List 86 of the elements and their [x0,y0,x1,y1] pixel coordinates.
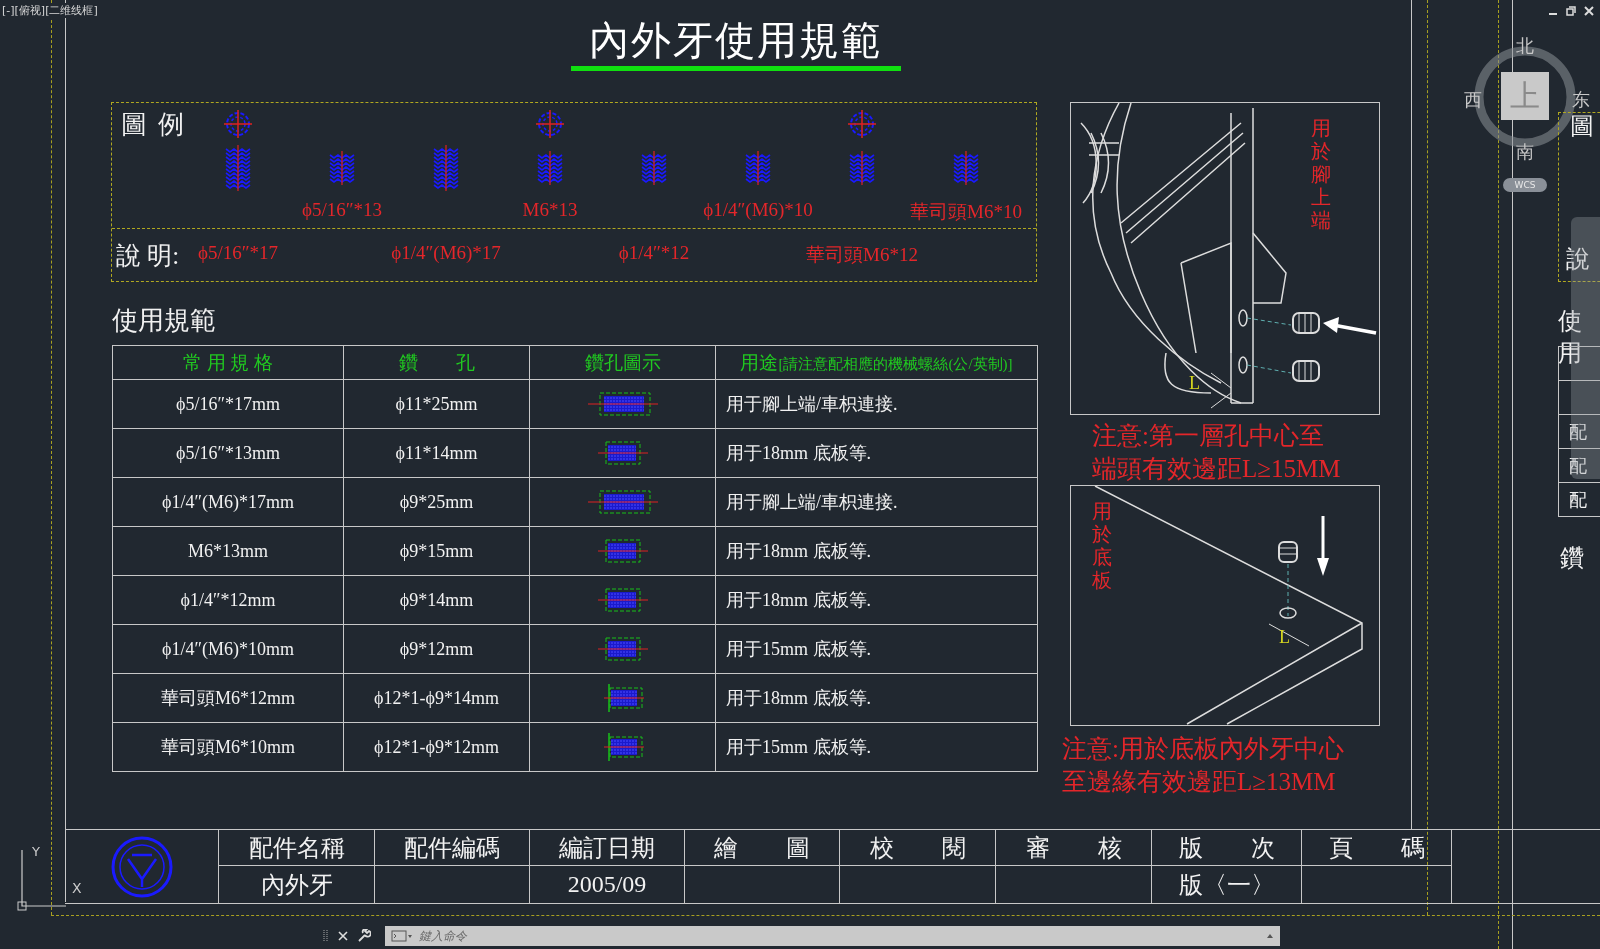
column-header: 用途[請注意配相應的機械螺絲(公/英制)] [715,345,1038,380]
table-cell: ϕ1/4″*12mm [112,575,344,625]
title-block-header: 配件編碼 [375,830,529,866]
table-cell: ϕ1/4″(M6)*10mm [112,624,344,674]
dimension-label: L [1189,373,1200,394]
section-title: 鑽 [1560,544,1584,573]
table-cell: M6*13mm [112,526,344,576]
restore-icon[interactable] [1566,6,1576,16]
explanation-caption: ϕ5/16″*17 [197,242,279,265]
note-text: 至邊緣有效邊距L≥13MM [1062,767,1337,797]
drawing-title: 內外牙使用規範 [589,18,883,64]
compass-label[interactable]: 南 [1516,140,1534,164]
dimension-label: L [1279,627,1290,648]
legend-label: 圖 例 [121,109,186,141]
table-cell: 用于18mm 底板等. [715,575,1038,625]
explanation-caption: ϕ1/4″*12 [618,242,690,265]
close-icon[interactable] [1584,6,1594,16]
column-header: 鑽 孔 [343,345,530,380]
table-cell: 用于18mm 底板等. [715,428,1038,478]
table-cell: 用于腳上端/車枳連接. [715,477,1038,527]
grip-icon [323,928,329,944]
figure-caption: 用於腳上端 [1311,117,1331,232]
column-header: 鑽孔圖示 [529,345,716,380]
compass-label[interactable]: 北 [1516,34,1534,58]
table-cell-text: 配 [1569,488,1587,512]
title-block-header: 版 次 [1152,830,1301,866]
table-cell: ϕ1/4″(M6)*17mm [112,477,344,527]
column-header: 常 用 規 格 [112,345,344,380]
screw-top-view-icon [223,109,253,139]
title-block-header: 審 核 [996,830,1151,866]
legend-caption: 華司頭M6*10 [910,200,1022,224]
explanation-caption: ϕ1/4″(M6)*17 [391,242,501,265]
table-cell: ϕ12*1-ϕ9*14mm [343,673,530,723]
table-cell-text: 配 [1569,420,1587,444]
command-input[interactable]: 鍵入命令 [419,929,1260,943]
screw-top-view-icon [847,109,877,139]
table-cell: ϕ9*25mm [343,477,530,527]
table-cell: ϕ11*14mm [343,428,530,478]
title-block-header: 頁 碼 [1302,830,1451,866]
title-block-header: 繪 圖 [685,830,839,866]
explanation-caption: 華司頭M6*12 [806,243,918,267]
compass-label[interactable]: 东 [1572,88,1590,112]
table-cell: ϕ5/16″*13mm [112,428,344,478]
title-block-header: 編訂日期 [530,830,684,866]
logo-icon [109,834,174,899]
legend-caption: ϕ1/4″(M6)*10 [703,199,813,222]
wrench-icon[interactable] [357,929,371,943]
title-block-header: 校 閱 [840,830,995,866]
table-cell: ϕ9*12mm [343,624,530,674]
screw-top-view-icon [535,109,565,139]
title-block-value: 2005/09 [567,871,647,898]
section-title: 使用 [1558,307,1583,368]
table-cell: 用于15mm 底板等. [715,722,1038,772]
table-cell: 華司頭M6*12mm [112,673,344,723]
figure-caption: 用於底板 [1092,500,1112,592]
table-cell: 用于腳上端/車枳連接. [715,379,1038,429]
section-title: 使用規範 [112,305,216,337]
title-block-value: 版〈一〉 [1178,870,1275,900]
legend-caption: ϕ5/16″*13 [301,199,383,222]
prompt-icon [391,930,413,942]
axis-label: X [72,880,82,896]
table-cell: ϕ12*1-ϕ9*12mm [343,722,530,772]
legend-label: 圖 [1570,112,1594,141]
table-cell-text: 配 [1569,454,1587,478]
axis-label: Y [32,844,40,859]
explanation-label: 說 [1566,245,1590,274]
table-cell: 用于18mm 底板等. [715,526,1038,576]
table-cell: ϕ9*14mm [343,575,530,625]
caret-icon [1266,932,1274,940]
command-field[interactable]: 鍵入命令 [385,926,1280,946]
table-cell: ϕ5/16″*17mm [112,379,344,429]
viewport-label[interactable]: [-][俯视][二维线框] [2,3,100,18]
note-text: 注意:第一層孔中心至 [1092,421,1325,451]
note-text: 注意:用於底板內外牙中心 [1062,734,1345,764]
close-icon[interactable] [337,930,349,942]
explanation-label: 說 明: [116,240,180,271]
table-cell: 用于18mm 底板等. [715,673,1038,723]
table-cell: ϕ9*15mm [343,526,530,576]
title-block-value: 內外牙 [260,870,333,900]
title-block-header: 配件名稱 [219,830,374,866]
note-text: 端頭有效邊距L≥15MM [1092,454,1342,484]
table-cell: ϕ11*25mm [343,379,530,429]
legend-caption: M6*13 [522,199,578,222]
compass-label[interactable]: 西 [1464,88,1482,112]
table-cell: 用于15mm 底板等. [715,624,1038,674]
table-cell: 華司頭M6*10mm [112,722,344,772]
